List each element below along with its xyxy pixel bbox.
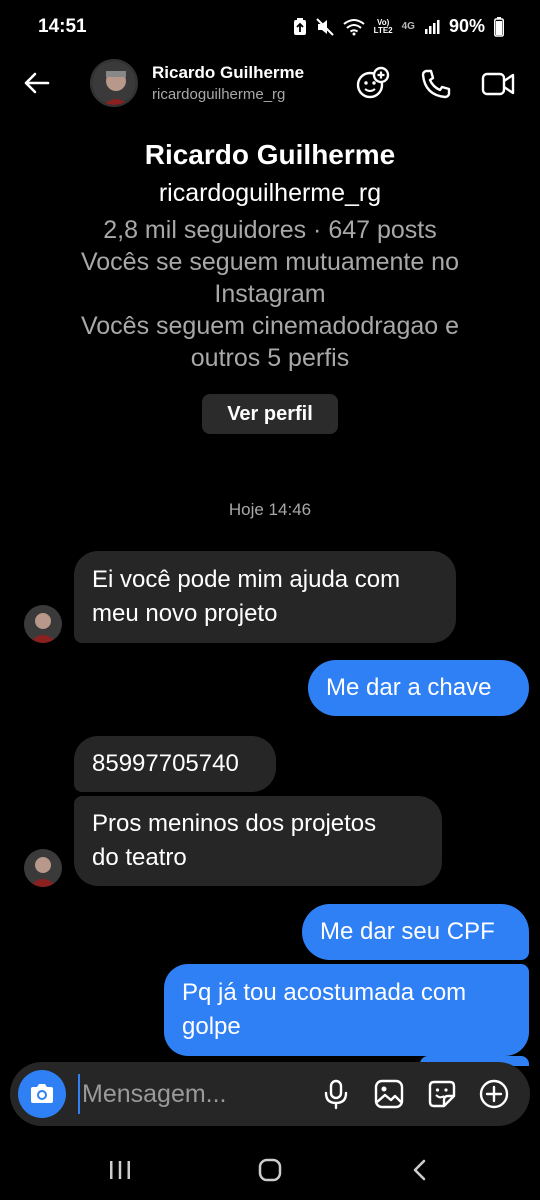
home-icon xyxy=(258,1158,282,1182)
status-time: 14:51 xyxy=(38,16,87,37)
mutual-follow-line1: Vocês se seguem mutuamente no xyxy=(80,248,459,276)
network-type: 4G xyxy=(401,20,415,32)
profile-username: ricardoguilherme_rg xyxy=(158,179,382,207)
message-bubble-outgoing[interactable]: Me dar a chave xyxy=(308,660,529,716)
voice-message-button[interactable] xyxy=(320,1078,352,1110)
message-input[interactable] xyxy=(78,1074,298,1114)
profile-name: Ricardo Guilherme xyxy=(144,139,396,170)
more-options-button[interactable] xyxy=(478,1078,510,1110)
avatar-photo xyxy=(24,849,62,887)
avatar-photo xyxy=(24,605,62,643)
gallery-button[interactable] xyxy=(373,1078,405,1110)
message-bubble-outgoing[interactable]: Pq já tou acostumada com golpe xyxy=(164,964,529,1056)
message-text: Me dar a chave xyxy=(326,674,492,701)
sticker-button[interactable] xyxy=(426,1078,458,1110)
message-bubble-incoming[interactable]: Pros meninos dos projetos do teatro xyxy=(74,796,442,886)
avatar[interactable] xyxy=(24,605,62,643)
common-follows-line2: outros 5 perfis xyxy=(190,344,350,372)
message-composer xyxy=(10,1062,530,1126)
avatar[interactable] xyxy=(24,849,62,887)
call-button[interactable] xyxy=(418,66,454,102)
avatar[interactable] xyxy=(90,59,138,107)
add-people-button[interactable] xyxy=(354,66,390,102)
chevron-left-icon xyxy=(413,1159,426,1181)
wifi-icon xyxy=(343,18,365,35)
battery-icon xyxy=(494,16,504,37)
data-saver-icon xyxy=(293,17,306,35)
sticker-icon xyxy=(428,1080,456,1108)
recent-apps-icon xyxy=(110,1161,130,1179)
video-camera-icon xyxy=(481,72,515,96)
battery-percentage: 90% xyxy=(448,16,485,36)
message-text: golpe xyxy=(182,1013,241,1040)
mute-icon xyxy=(315,17,334,36)
message-text: Pq já tou acostumada com xyxy=(182,979,467,1006)
microphone-icon xyxy=(324,1079,348,1110)
add-people-icon xyxy=(356,66,390,99)
message-text: Me dar seu CPF xyxy=(320,918,495,945)
message-text: Pros meninos dos projetos xyxy=(92,810,377,837)
recent-apps-button[interactable] xyxy=(106,1156,134,1184)
plus-circle-icon xyxy=(479,1079,509,1109)
phone-icon xyxy=(421,69,451,99)
message-bubble-incoming[interactable]: 85997705740 xyxy=(74,736,276,792)
message-text: meu novo projeto xyxy=(92,600,278,627)
system-nav-bar xyxy=(0,1140,540,1200)
contact-username[interactable]: ricardoguilherme_rg xyxy=(152,86,285,103)
volte-indicator: Vo) LTE2 xyxy=(373,17,393,35)
message-timestamp: Hoje 14:46 xyxy=(228,500,312,519)
status-icons: Vo) LTE2 4G 90% xyxy=(293,16,504,37)
common-follows-line1: Vocês seguem cinemadodragao e xyxy=(80,312,460,340)
mutual-follow-line2: Instagram xyxy=(214,280,326,308)
signal-icon xyxy=(424,19,440,34)
avatar-photo xyxy=(92,61,136,105)
view-profile-button[interactable]: Ver perfil xyxy=(202,394,338,434)
chat-header: Ricardo Guilherme ricardoguilherme_rg xyxy=(0,54,540,114)
profile-stats: 2,8 mil seguidores · 647 posts xyxy=(103,216,437,244)
message-text: 85997705740 xyxy=(92,750,239,777)
camera-button[interactable] xyxy=(18,1070,66,1118)
profile-summary: Ricardo Guilherme ricardoguilherme_rg 2,… xyxy=(0,136,540,374)
message-text: do teatro xyxy=(92,844,187,871)
message-text: Ei você pode mim ajuda com xyxy=(92,566,401,593)
image-icon xyxy=(374,1079,404,1109)
message-bubble-incoming[interactable]: Ei você pode mim ajuda com meu novo proj… xyxy=(74,551,456,643)
system-back-button[interactable] xyxy=(406,1156,434,1184)
status-bar: 14:51 Vo) LTE2 4G 90% xyxy=(0,0,540,54)
arrow-left-icon xyxy=(24,72,50,94)
camera-icon xyxy=(31,1084,53,1103)
home-button[interactable] xyxy=(256,1156,284,1184)
video-call-button[interactable] xyxy=(480,66,516,102)
back-button[interactable] xyxy=(20,66,54,100)
contact-name[interactable]: Ricardo Guilherme xyxy=(152,63,304,83)
message-bubble-outgoing[interactable]: Me dar seu CPF xyxy=(302,904,529,960)
